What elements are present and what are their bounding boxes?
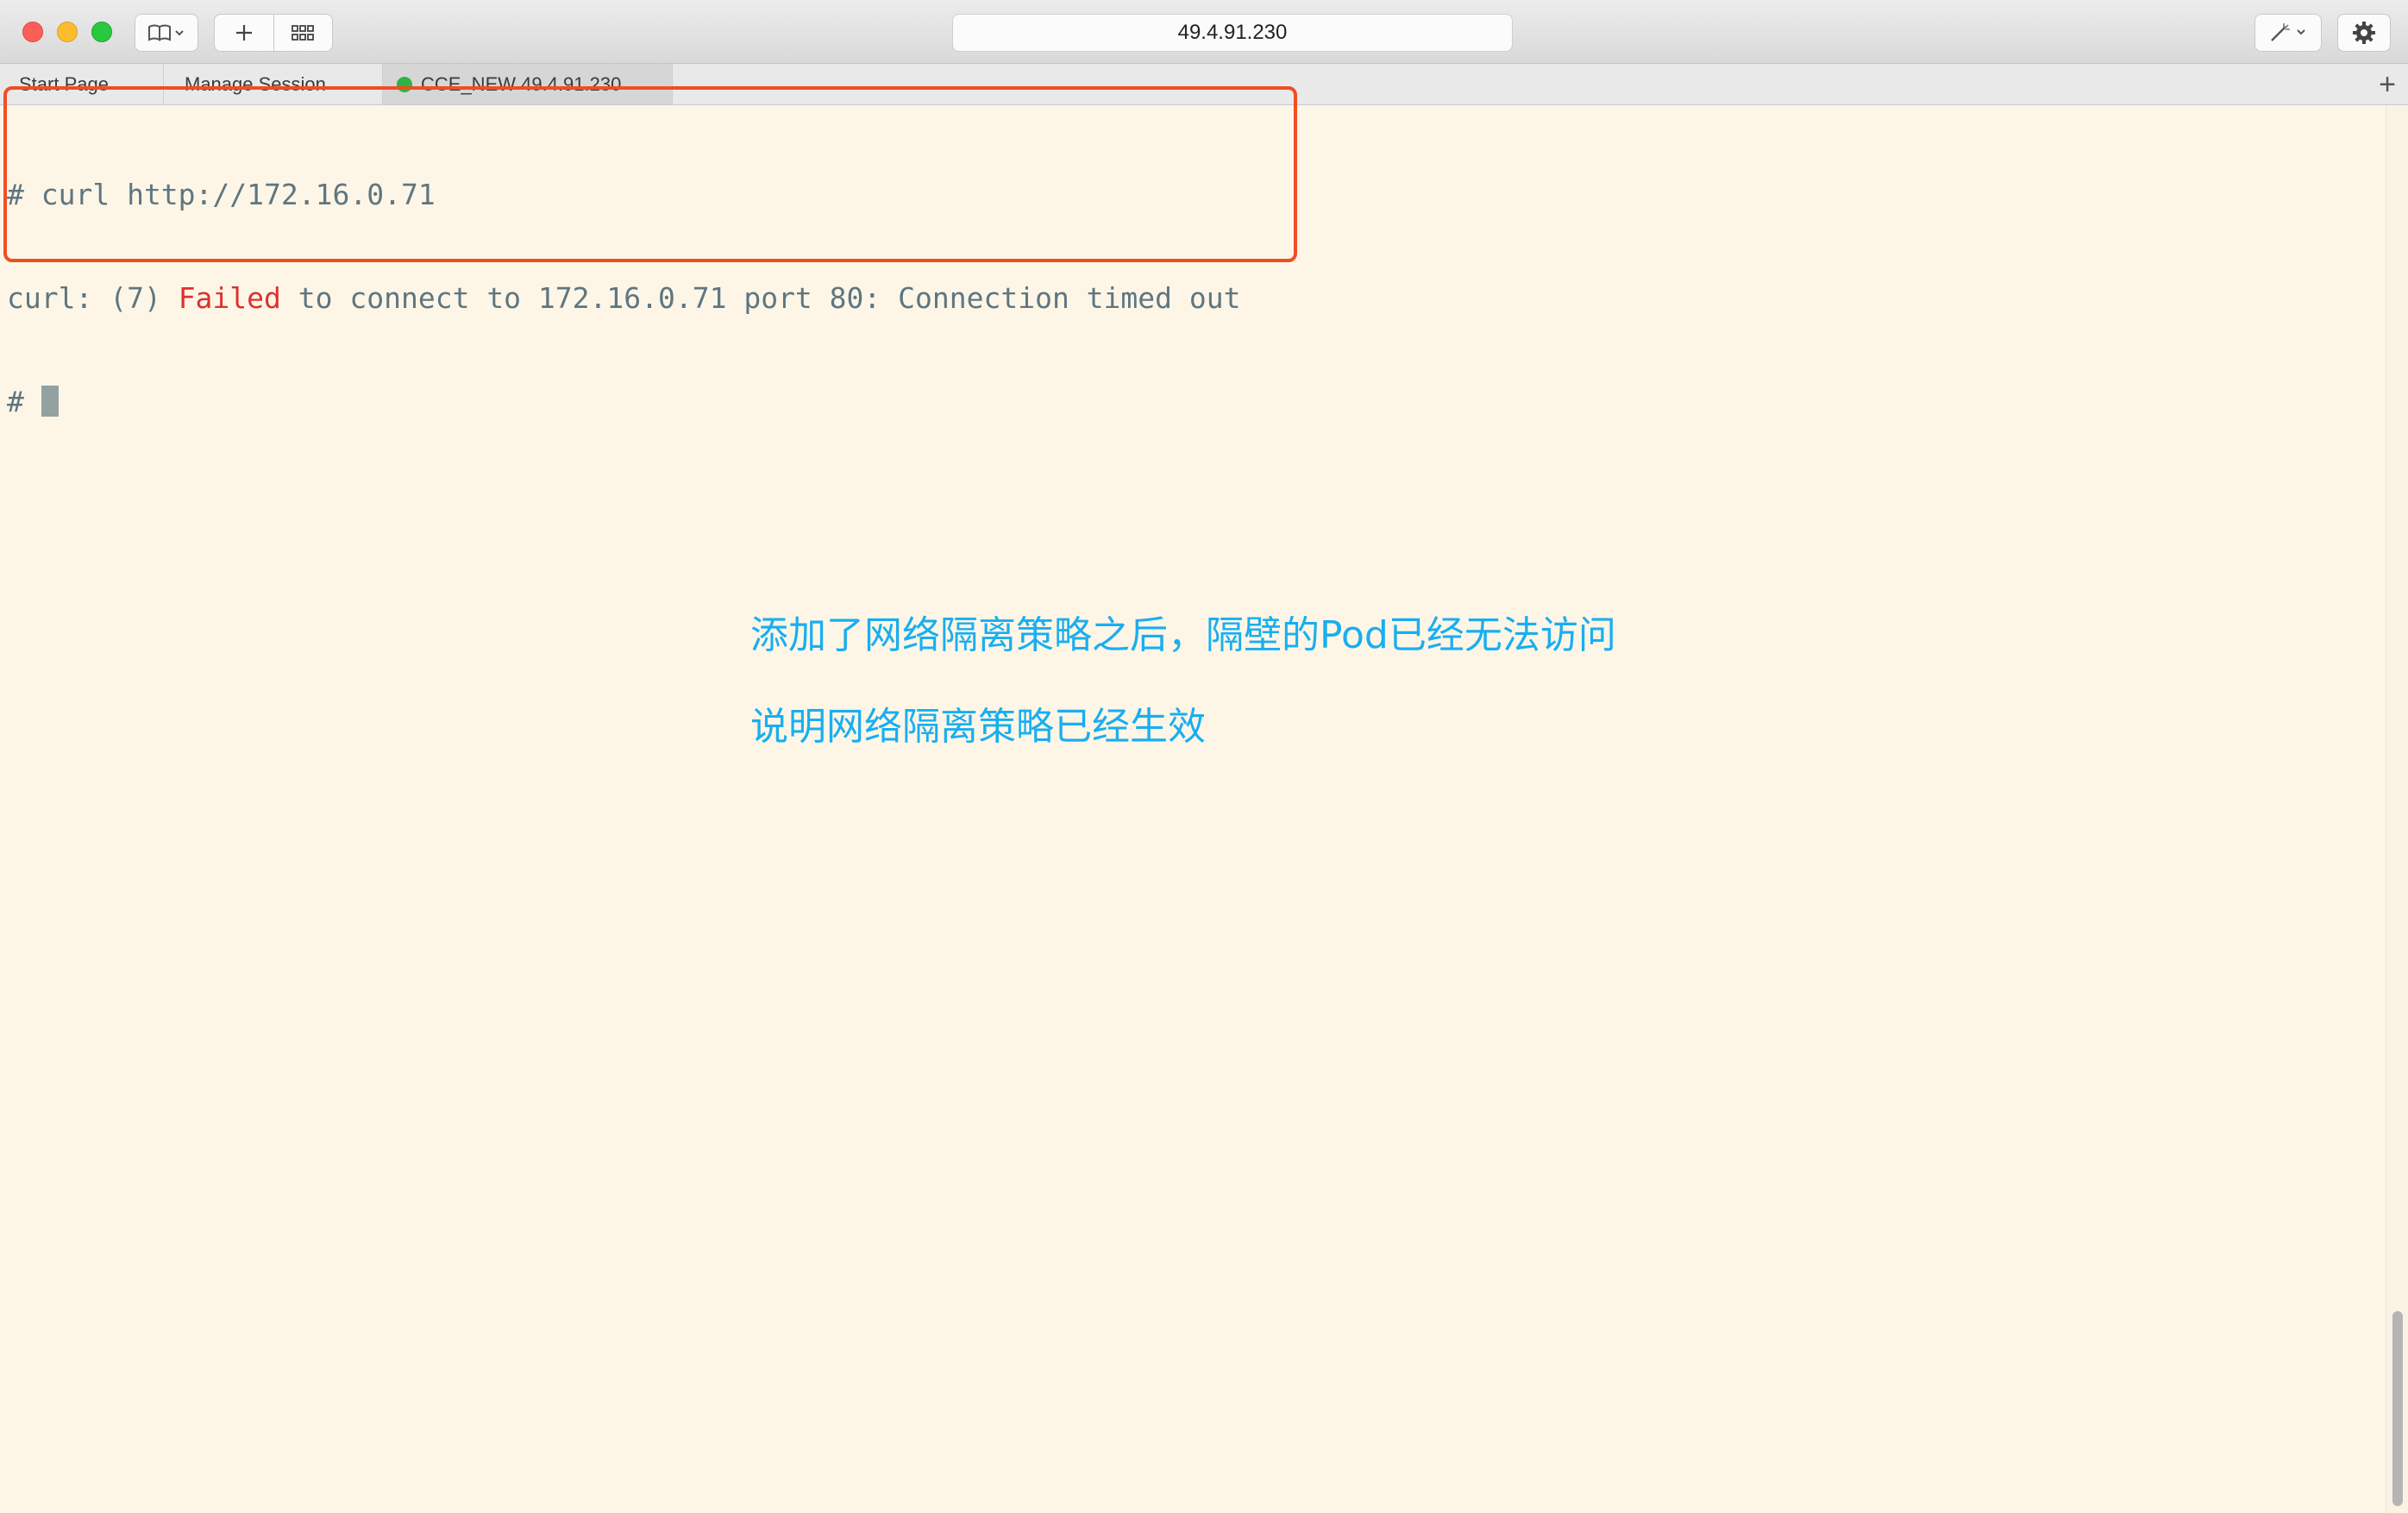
scrollbar-thumb[interactable] [2392,1311,2403,1506]
plus-icon [235,25,252,41]
annotation-line-2: 说明网络隔离策略已经生效 [750,705,1206,749]
vertical-scrollbar[interactable] [2386,105,2408,1513]
minimize-window-button[interactable] [57,22,78,42]
add-tab-button[interactable]: + [2379,67,2396,102]
annotation-highlight-box [3,86,1297,262]
error-keyword-text: Failed [178,281,281,315]
new-tab-button[interactable] [215,15,274,51]
error-prefix-text: curl: (7) [7,281,179,315]
settings-button[interactable] [2337,14,2391,52]
magic-wand-button[interactable] [2254,14,2322,52]
tab-overview-button[interactable] [274,15,333,51]
gear-icon [2353,22,2375,44]
book-icon [148,24,184,41]
terminal-cursor [41,386,59,417]
annotation-line-1: 添加了网络隔离策略之后，隔壁的Pod已经无法访问 [750,613,1616,657]
zoom-window-button[interactable] [91,22,112,42]
prompt-symbol: # [7,385,24,418]
title-bar: 49.4.91.230 [0,0,2408,64]
bookmarks-button[interactable] [135,14,198,52]
address-field[interactable]: 49.4.91.230 [952,14,1513,52]
terminal-area[interactable]: # curl http://172.16.0.71 curl: (7) Fail… [0,86,2386,1513]
terminal-line-error: curl: (7) Failed to connect to 172.16.0.… [7,281,1241,316]
grid-icon [292,25,315,41]
terminal-line-prompt: # [7,385,1241,419]
error-message-text: to connect to 172.16.0.71 port 80: Conne… [280,281,1241,315]
terminal-window: 49.4.91.230 Start Page Manage Session CC… [0,0,2408,1513]
magic-wand-icon [2271,23,2305,41]
close-window-button[interactable] [22,22,43,42]
tab-actions-group [214,14,333,52]
